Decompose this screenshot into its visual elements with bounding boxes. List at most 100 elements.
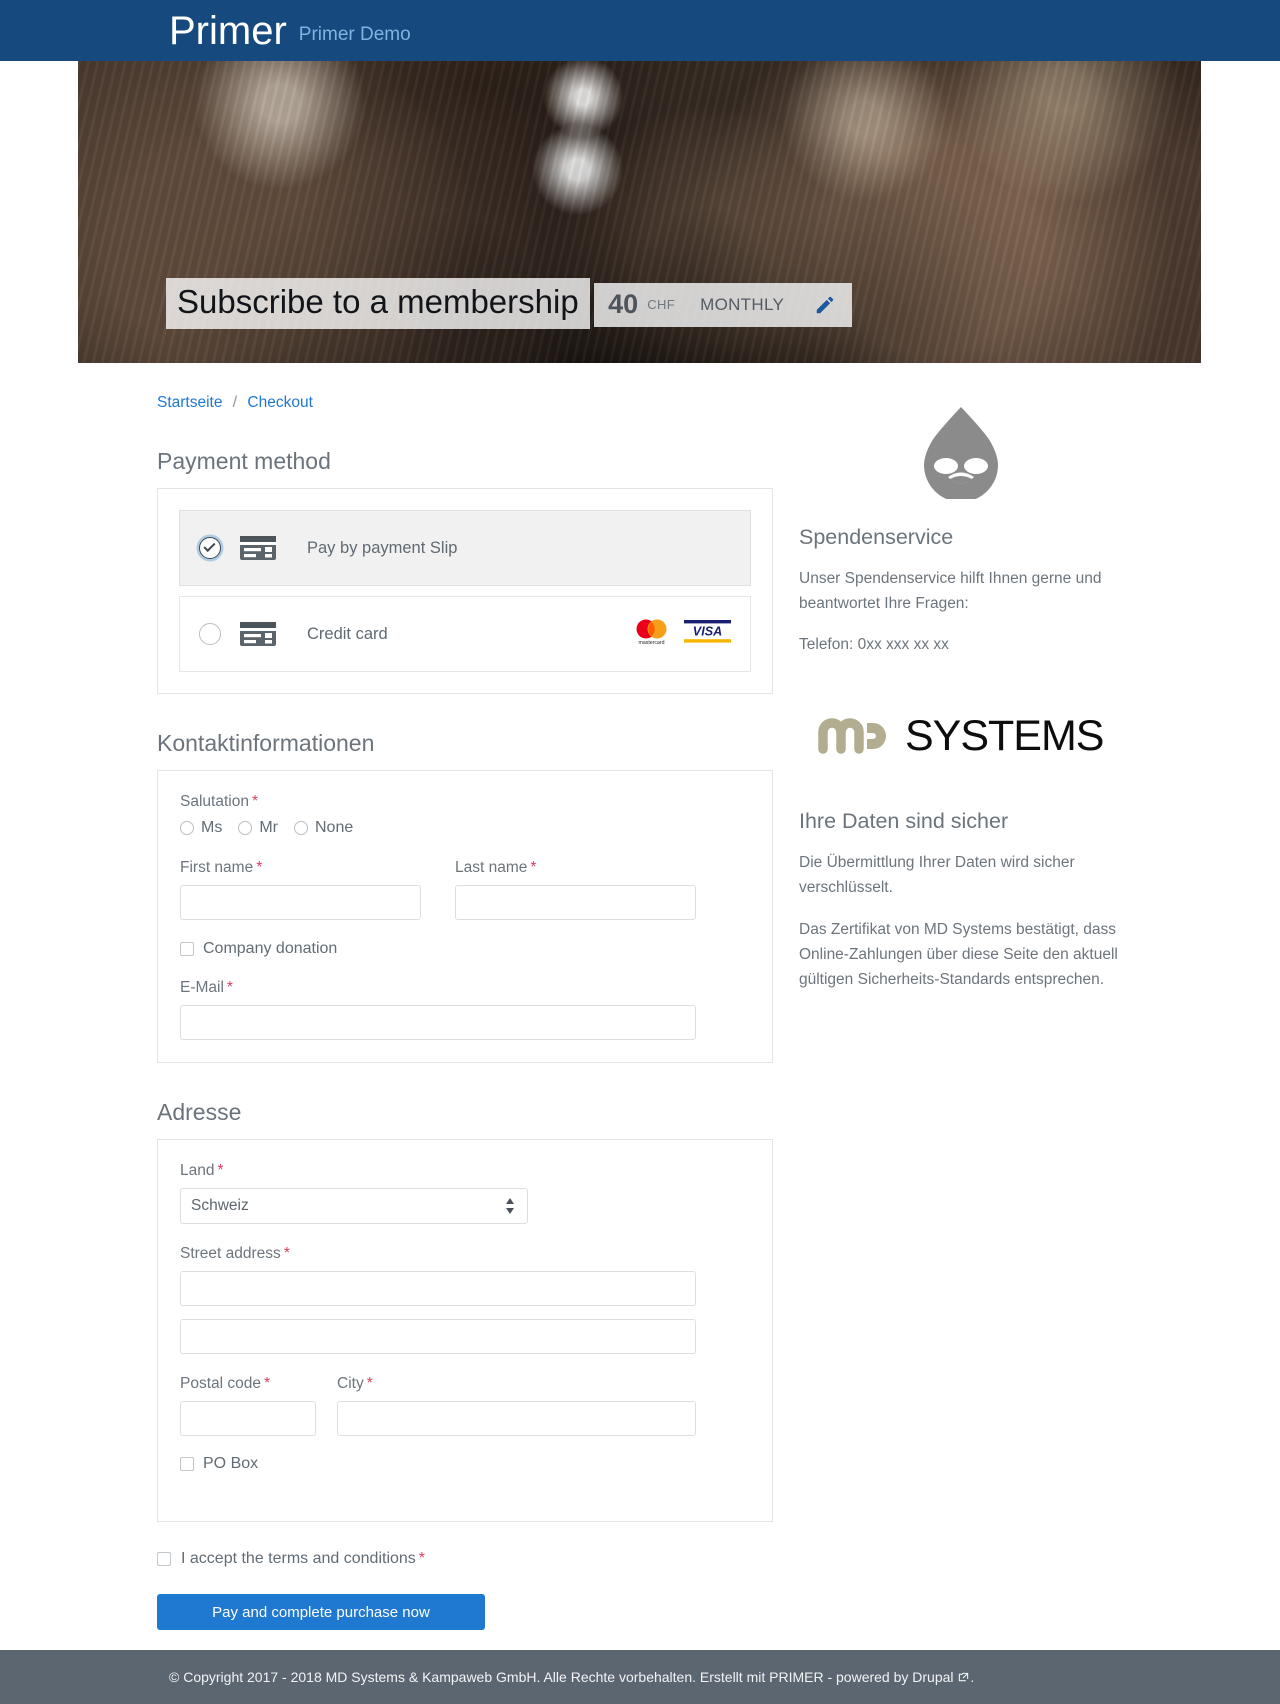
breadcrumb-home[interactable]: Startseite bbox=[157, 394, 222, 411]
first-name-label: First name * bbox=[180, 859, 421, 877]
postal-code-label: Postal code * bbox=[180, 1375, 316, 1393]
payment-option-payment-slip[interactable]: Pay by payment Slip bbox=[179, 510, 751, 586]
salutation-option-none[interactable]: None bbox=[293, 819, 354, 837]
checkbox-terms[interactable] bbox=[157, 1552, 171, 1566]
required-marker: * bbox=[366, 1375, 373, 1392]
last-name-label: Last name * bbox=[455, 859, 696, 877]
salutation-option-mr[interactable]: Mr bbox=[238, 819, 278, 837]
page-root: Primer Primer Demo Subscribe to a member… bbox=[0, 0, 1280, 1704]
chevron-updown-icon bbox=[504, 1196, 516, 1221]
hero-overlay: Subscribe to a membership 40 CHF MONTHLY bbox=[166, 273, 853, 329]
postal-code-label-text: Postal code bbox=[180, 1375, 261, 1392]
email-group: E-Mail * bbox=[180, 979, 750, 1040]
city-label-text: City bbox=[337, 1375, 364, 1392]
site-header: Primer Primer Demo bbox=[0, 0, 1280, 61]
footer-copyright: © Copyright 2017 - 2018 MD Systems & Kam… bbox=[169, 1669, 974, 1686]
terms-row[interactable]: I accept the terms and conditions * bbox=[157, 1550, 773, 1568]
footer-copyright-text: © Copyright 2017 - 2018 MD Systems & Kam… bbox=[169, 1668, 954, 1685]
spendenservice-phone: Telefon: 0xx xxx xx xx bbox=[799, 636, 949, 654]
mastercard-logo: mastercard bbox=[631, 618, 672, 650]
spendenservice-text: Unser Spendenservice hilft Ihnen gerne u… bbox=[799, 570, 1102, 613]
checkbox-po-box[interactable] bbox=[180, 1457, 194, 1471]
postal-code-group: Postal code * bbox=[180, 1375, 316, 1436]
po-box-label: PO Box bbox=[203, 1455, 259, 1472]
street-address-input[interactable] bbox=[180, 1271, 696, 1306]
radio-payment-slip[interactable] bbox=[199, 537, 221, 559]
svg-text:SYSTEMS: SYSTEMS bbox=[905, 712, 1104, 760]
payment-method-panel: Pay by payment Slip Credit card masterca… bbox=[157, 488, 773, 694]
street-label-text: Street address bbox=[180, 1245, 281, 1262]
last-name-label-text: Last name bbox=[455, 859, 528, 876]
price-badge[interactable]: 40 CHF MONTHLY bbox=[594, 283, 853, 328]
contact-panel: Salutation * Ms Mr None First name * Las… bbox=[157, 770, 773, 1063]
email-input[interactable] bbox=[180, 1005, 696, 1040]
salutation-none-label: None bbox=[314, 819, 354, 836]
country-select[interactable]: Schweiz bbox=[180, 1188, 528, 1224]
credit-card-icon bbox=[239, 620, 277, 648]
salutation-option-ms[interactable]: Ms bbox=[180, 819, 222, 837]
pencil-icon[interactable] bbox=[814, 294, 836, 316]
required-marker: * bbox=[530, 859, 537, 876]
breadcrumb-separator: / bbox=[232, 394, 238, 411]
external-link-icon bbox=[958, 1670, 969, 1686]
security-text-2: Das Zertifikat von MD Systems bestätigt,… bbox=[799, 920, 1118, 988]
first-name-input[interactable] bbox=[180, 885, 421, 920]
street-address-2-input[interactable] bbox=[180, 1319, 696, 1354]
contact-section-title: Kontaktinformationen bbox=[157, 730, 375, 756]
city-label: City * bbox=[337, 1375, 696, 1393]
card-brand-logos: mastercard VISA bbox=[631, 618, 731, 650]
drupal-droplet-icon bbox=[799, 403, 1123, 499]
breadcrumb-checkout[interactable]: Checkout bbox=[247, 394, 312, 411]
first-name-group: First name * bbox=[180, 859, 421, 920]
required-marker: * bbox=[251, 793, 258, 810]
svg-text:mastercard: mastercard bbox=[639, 640, 665, 645]
po-box-row[interactable]: PO Box bbox=[180, 1455, 750, 1473]
price-currency: CHF bbox=[647, 297, 676, 313]
city-input[interactable] bbox=[337, 1401, 696, 1436]
email-label-text: E-Mail bbox=[180, 979, 224, 996]
last-name-group: Last name * bbox=[455, 859, 696, 920]
country-selected-value: Schweiz bbox=[191, 1197, 249, 1214]
city-group: City * bbox=[337, 1375, 696, 1436]
email-label: E-Mail * bbox=[180, 979, 750, 997]
radio-mr[interactable] bbox=[238, 821, 253, 835]
security-title: Ihre Daten sind sicher bbox=[799, 809, 1009, 834]
brand-subtitle: Primer Demo bbox=[298, 23, 411, 45]
payment-option-label: Credit card bbox=[307, 624, 388, 643]
company-donation-row[interactable]: Company donation bbox=[180, 940, 750, 958]
payment-option-credit-card[interactable]: Credit card mastercard VISA bbox=[179, 596, 751, 672]
last-name-input[interactable] bbox=[455, 885, 696, 920]
radio-ms[interactable] bbox=[180, 821, 194, 835]
security-text-1: Die Übermittlung Ihrer Daten wird sicher… bbox=[799, 854, 1075, 897]
sidebar: Spendenservice Unser Spendenservice hilf… bbox=[773, 363, 1123, 1630]
price-amount: 40 bbox=[608, 289, 639, 320]
checkbox-company-donation[interactable] bbox=[180, 942, 194, 956]
brand-logo[interactable]: Primer bbox=[169, 11, 287, 51]
footer-period: . bbox=[970, 1668, 975, 1685]
radio-none[interactable] bbox=[293, 821, 308, 835]
postal-code-input[interactable] bbox=[180, 1401, 316, 1436]
name-fields-row: First name * Last name * bbox=[180, 859, 750, 920]
main-container: Startseite / Checkout Payment method Pay… bbox=[79, 363, 1201, 1630]
street-group: Street address * bbox=[180, 1245, 750, 1354]
salutation-label: Salutation * bbox=[180, 793, 750, 811]
pay-and-complete-button[interactable]: Pay and complete purchase now bbox=[157, 1594, 485, 1630]
salutation-label-text: Salutation bbox=[180, 793, 249, 810]
required-marker: * bbox=[283, 1245, 290, 1262]
postal-city-row: Postal code * City * bbox=[180, 1375, 750, 1436]
visa-logo: VISA bbox=[684, 618, 731, 650]
payment-method-title: Payment method bbox=[157, 448, 331, 474]
radio-credit-card[interactable] bbox=[199, 623, 221, 645]
md-systems-logo: SYSTEMS bbox=[799, 705, 1123, 761]
terms-label-text: I accept the terms and conditions bbox=[181, 1550, 416, 1567]
required-marker: * bbox=[226, 979, 233, 996]
country-label-text: Land bbox=[180, 1162, 215, 1179]
address-panel: Land * Schweiz Street address * Postal c… bbox=[157, 1139, 773, 1522]
required-marker: * bbox=[418, 1550, 426, 1567]
salutation-mr-label: Mr bbox=[259, 819, 278, 836]
hero-banner: Subscribe to a membership 40 CHF MONTHLY bbox=[78, 61, 1201, 363]
svg-text:VISA: VISA bbox=[693, 625, 722, 639]
street-label: Street address * bbox=[180, 1245, 750, 1263]
price-interval: MONTHLY bbox=[700, 294, 785, 314]
country-select-wrap[interactable]: Schweiz bbox=[180, 1188, 528, 1224]
